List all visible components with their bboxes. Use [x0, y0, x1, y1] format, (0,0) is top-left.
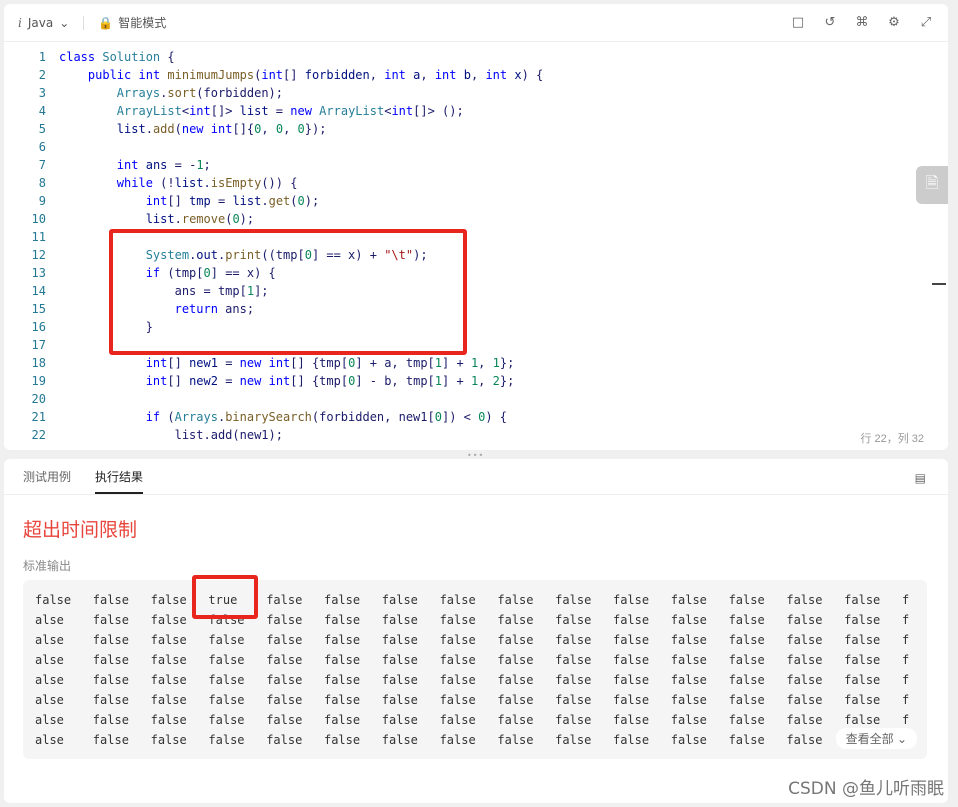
code-line[interactable]: 21 if (Arrays.binarySearch(forbidden, ne…	[4, 408, 948, 426]
toolbar-actions: □ ↺ ⌘ ⚙ ⤢	[790, 15, 934, 31]
code-text: list.remove(0);	[145, 212, 255, 226]
layout-icon[interactable]: ▤	[915, 471, 926, 485]
mode-label: 智能模式	[118, 16, 167, 30]
divider	[83, 15, 85, 30]
line-number: 22	[31, 428, 46, 442]
code-line[interactable]: 2 public int minimumJumps(int[] forbidde…	[4, 66, 948, 84]
stdout-line: alse false false false false false false…	[35, 633, 910, 647]
result-tabs: 测试用例 执行结果	[4, 459, 948, 495]
code-line[interactable]: 22 list.add(new1);	[4, 426, 948, 444]
code-text: class Solution {	[59, 50, 175, 64]
line-number: 3	[38, 86, 46, 100]
line-number: 15	[31, 302, 46, 316]
mode-indicator[interactable]: 🔒 智能模式	[98, 14, 166, 31]
code-line[interactable]: 18 int[] new1 = new int[] {tmp[0] + a, t…	[4, 354, 948, 372]
lock-icon: 🔒	[98, 15, 114, 30]
code-text: int[] new1 = new int[] {tmp[0] + a, tmp[…	[145, 356, 515, 370]
chevron-down-icon: ⌄	[59, 15, 70, 30]
line-number: 4	[38, 104, 46, 118]
annotation-highlight-box	[192, 575, 258, 619]
editor-toolbar: i Java ⌄ 🔒 智能模式 □ ↺ ⌘ ⚙ ⤢	[4, 4, 948, 42]
line-number: 1	[38, 50, 46, 64]
line-number: 19	[31, 374, 46, 388]
line-number: 13	[31, 266, 46, 280]
code-line[interactable]: 10 list.remove(0);	[4, 210, 948, 228]
line-number: 12	[31, 248, 46, 262]
tab-execution-result[interactable]: 执行结果	[95, 468, 144, 494]
line-number: 2	[38, 68, 46, 82]
result-panel: 测试用例 执行结果 ▤ 超出时间限制 标准输出 false false fals…	[4, 459, 948, 803]
code-line[interactable]: 9 int[] tmp = list.get(0);	[4, 192, 948, 210]
expand-icon[interactable]: ⤢	[918, 15, 934, 31]
stdout-line: alse false false false false false false…	[35, 673, 910, 687]
reset-icon[interactable]: ↺	[822, 15, 838, 31]
code-line[interactable]: 19 int[] new2 = new int[] {tmp[0] - b, t…	[4, 372, 948, 390]
line-number: 5	[38, 122, 46, 136]
line-number: 6	[38, 140, 46, 154]
stdout-output: false false false true false false false…	[23, 580, 927, 759]
code-text: public int minimumJumps(int[] forbidden,…	[87, 68, 544, 82]
stdout-line: alse false false false false false false…	[35, 693, 910, 707]
info-icon: i	[18, 15, 22, 30]
see-all-button[interactable]: 查看全部 ⌄	[835, 728, 917, 749]
stdout-line: alse false false false false false false…	[35, 653, 910, 667]
code-text: int ans = -1;	[116, 158, 211, 172]
line-number: 14	[31, 284, 46, 298]
stdout-line: alse false false false false false false…	[35, 733, 823, 747]
code-text: list.add(new1);	[59, 428, 283, 442]
cursor-position: 行 22，列 32	[860, 433, 924, 445]
watermark: CSDN @鱼儿听雨眠	[788, 779, 944, 799]
code-text: Arrays.sort(forbidden);	[116, 86, 283, 100]
file-icon[interactable]: 🗎	[916, 166, 948, 204]
bookmark-icon[interactable]: □	[790, 15, 806, 31]
code-text: if (Arrays.binarySearch(forbidden, new1[…	[145, 410, 508, 424]
annotation-highlight-box	[109, 229, 467, 355]
tab-test-cases[interactable]: 测试用例	[23, 468, 71, 494]
code-line[interactable]: 7 int ans = -1;	[4, 156, 948, 174]
line-number: 7	[38, 158, 46, 172]
code-line[interactable]: 6	[4, 138, 948, 156]
line-number: 18	[31, 356, 46, 370]
code-line[interactable]: 3 Arrays.sort(forbidden);	[4, 84, 948, 102]
code-line[interactable]: 5 list.add(new int[]{0, 0, 0});	[4, 120, 948, 138]
code-line[interactable]: 4 ArrayList<int[]> list = new ArrayList<…	[4, 102, 948, 120]
code-text: int[] new2 = new int[] {tmp[0] - b, tmp[…	[145, 374, 515, 388]
stdout-line: false false false true false false false…	[35, 593, 910, 607]
line-number: 8	[38, 176, 46, 190]
code-editor-panel: i Java ⌄ 🔒 智能模式 □ ↺ ⌘ ⚙ ⤢ 1 class Solutio…	[4, 4, 948, 450]
line-number: 20	[31, 392, 46, 406]
line-number: 16	[31, 320, 46, 334]
command-icon[interactable]: ⌘	[854, 15, 870, 31]
code-text: while (!list.isEmpty()) {	[116, 176, 298, 190]
code-line[interactable]: 20	[4, 390, 948, 408]
line-number: 11	[31, 230, 46, 244]
chevron-down-icon: ⌄	[896, 732, 907, 746]
stdout-line: alse false false false false false false…	[35, 613, 910, 627]
code-line[interactable]: 1 class Solution {	[4, 48, 948, 66]
stdout-label: 标准输出	[23, 559, 72, 573]
line-number: 21	[31, 410, 46, 424]
language-label: Java	[27, 15, 54, 30]
line-number: 10	[31, 212, 46, 226]
code-text: list.add(new int[]{0, 0, 0});	[116, 122, 327, 136]
code-text: ArrayList<int[]> list = new ArrayList<in…	[116, 104, 464, 118]
gear-icon[interactable]: ⚙	[886, 15, 902, 31]
code-text: int[] tmp = list.get(0);	[145, 194, 320, 208]
language-selector[interactable]: i Java ⌄	[18, 16, 69, 30]
line-number: 9	[38, 194, 46, 208]
see-all-label: 查看全部	[845, 732, 894, 746]
scrollbar-marker	[932, 283, 946, 285]
line-number: 17	[31, 338, 46, 352]
code-line[interactable]: 8 while (!list.isEmpty()) {	[4, 174, 948, 192]
result-status-title: 超出时间限制	[23, 519, 138, 541]
stdout-line: alse false false false false false false…	[35, 713, 910, 727]
